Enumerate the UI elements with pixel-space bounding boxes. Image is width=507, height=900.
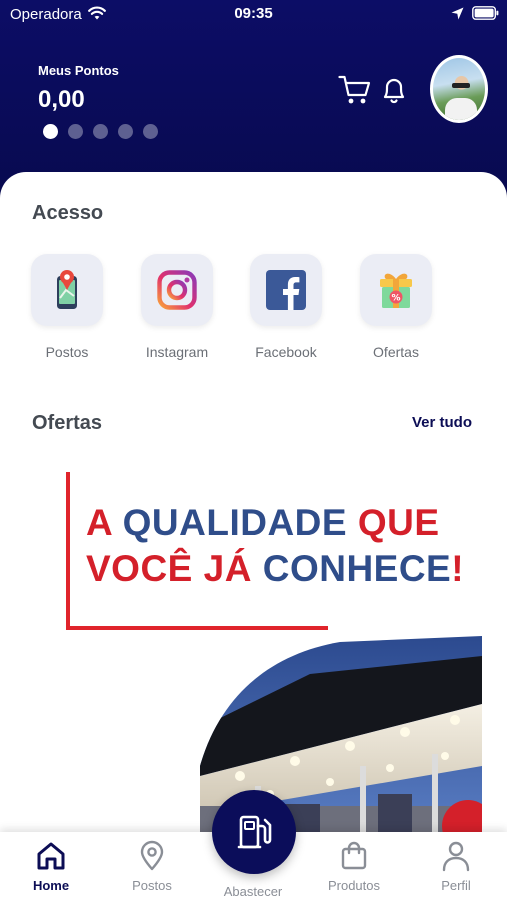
banner-word: VOCÊ JÁ xyxy=(86,548,263,589)
instagram-icon xyxy=(157,270,197,310)
location-arrow-icon xyxy=(451,7,464,20)
banner-word: QUALIDADE xyxy=(122,502,358,543)
fuel-pump-icon xyxy=(237,815,272,849)
avatar-shirt xyxy=(445,98,477,120)
shortcut-tile[interactable] xyxy=(31,254,103,326)
banner-headline-line1: A QUALIDADE QUE xyxy=(86,502,440,544)
shortcut-instagram[interactable]: Instagram xyxy=(122,254,232,360)
cart-icon[interactable] xyxy=(338,74,372,106)
status-time: 09:35 xyxy=(234,5,273,22)
nav-label: Abastecer xyxy=(223,884,283,899)
banner-word: A xyxy=(86,502,123,543)
person-icon xyxy=(442,841,470,872)
banner-word: CONHECE xyxy=(262,548,452,589)
shortcut-postos[interactable]: Postos xyxy=(12,254,122,360)
shortcut-facebook[interactable]: Facebook xyxy=(231,254,341,360)
battery-icon xyxy=(472,6,499,20)
nav-label: Produtos xyxy=(327,878,381,893)
location-pin-icon xyxy=(140,840,164,871)
nav-label: Postos xyxy=(132,878,172,893)
shopping-bag-icon xyxy=(341,841,367,870)
shortcut-ofertas[interactable]: % Ofertas xyxy=(341,254,451,360)
shortcut-label: Instagram xyxy=(145,344,209,360)
header: Operadora 09:35 Meus Pontos 0,00 xyxy=(0,0,507,200)
gift-icon: % xyxy=(380,273,412,308)
carousel-dot[interactable] xyxy=(118,124,133,139)
shortcut-label: Postos xyxy=(45,344,89,360)
nav-postos[interactable]: Postos xyxy=(107,840,197,893)
avatar-sunglasses xyxy=(452,83,470,88)
carousel-dots[interactable] xyxy=(43,124,158,139)
fuel-button[interactable] xyxy=(212,790,296,874)
shortcut-label: Ofertas xyxy=(373,344,419,360)
points-label: Meus Pontos xyxy=(38,63,119,78)
home-icon xyxy=(37,842,65,870)
banner-word: ! xyxy=(451,548,465,589)
avatar[interactable] xyxy=(430,55,488,123)
nav-perfil[interactable]: Perfil xyxy=(411,840,501,893)
content-card: Acesso Postos Instagram Facebook % Ofert… xyxy=(0,172,507,832)
carousel-dot[interactable] xyxy=(143,124,158,139)
banner-headline-line2: VOCÊ JÁ CONHECE! xyxy=(86,548,464,590)
nav-home[interactable]: Home xyxy=(6,840,96,893)
shortcut-label: Facebook xyxy=(255,344,317,360)
see-all-link[interactable]: Ver tudo xyxy=(412,414,472,431)
nav-abastecer[interactable]: Abastecer xyxy=(208,878,298,899)
shortcut-tile[interactable] xyxy=(250,254,322,326)
carousel-dot[interactable] xyxy=(68,124,83,139)
offer-banner[interactable]: A QUALIDADE QUE VOCÊ JÁ CONHECE! xyxy=(0,460,507,832)
shortcut-tile[interactable]: % xyxy=(360,254,432,326)
carousel-dot[interactable] xyxy=(93,124,108,139)
nav-label: Perfil xyxy=(441,878,471,893)
svg-text:%: % xyxy=(391,294,400,304)
facebook-icon xyxy=(266,270,306,310)
status-bar: Operadora 09:35 xyxy=(0,0,507,30)
points-value: 0,00 xyxy=(38,86,85,113)
banner-word: QUE xyxy=(357,502,440,543)
bell-icon[interactable] xyxy=(381,75,407,105)
access-section-title: Acesso xyxy=(32,202,104,224)
map-pin-phone-icon xyxy=(57,270,77,309)
shortcut-tile[interactable] xyxy=(141,254,213,326)
offers-section-title: Ofertas xyxy=(32,412,103,434)
carousel-dot[interactable] xyxy=(43,124,58,139)
nav-produtos[interactable]: Produtos xyxy=(309,840,399,893)
nav-label: Home xyxy=(32,878,70,893)
